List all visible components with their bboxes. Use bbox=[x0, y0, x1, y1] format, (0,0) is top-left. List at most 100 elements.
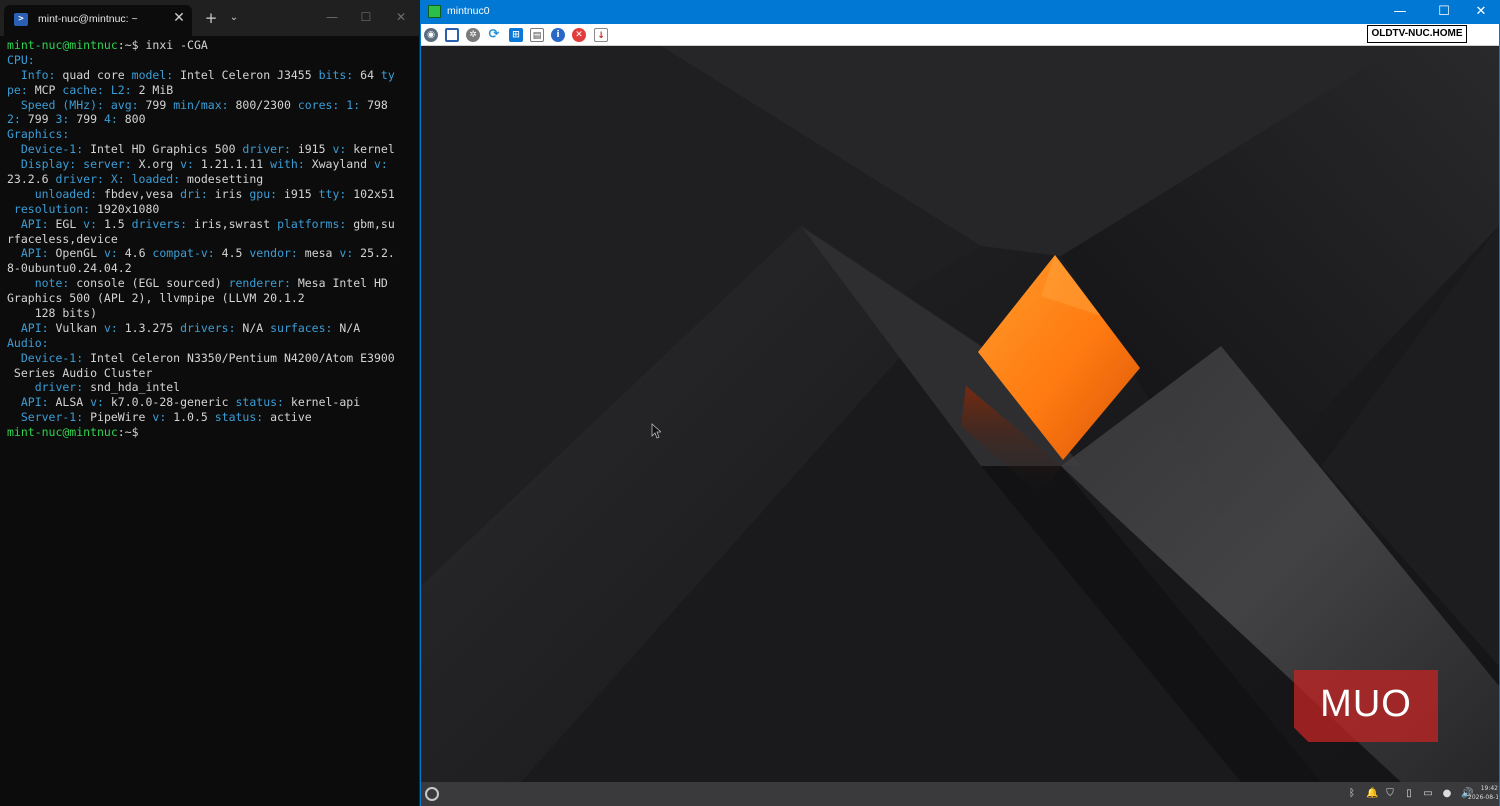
display-settings-icon[interactable]: ◉ bbox=[424, 28, 438, 42]
refresh-icon[interactable]: ⟳ bbox=[487, 28, 501, 42]
terminal-line: 23.2.6 driver: X: loaded: modesetting bbox=[7, 172, 417, 187]
terminal-line: 2: 799 3: 799 4: 800 bbox=[7, 112, 417, 127]
terminal-titlebar[interactable]: > mint-nuc@mintnuc: ~ ✕ + ⌄ — ☐ ✕ bbox=[0, 0, 420, 36]
terminal-text-segment: pe: bbox=[7, 82, 35, 97]
terminal-text-segment: with: bbox=[270, 157, 312, 172]
terminal-text-segment: surfaces: bbox=[270, 320, 340, 335]
terminal-minimize-button[interactable]: — bbox=[322, 8, 342, 26]
fullscreen-icon[interactable] bbox=[445, 28, 459, 42]
terminal-text-segment: 1.21.1.11 bbox=[200, 157, 271, 172]
terminal-text-segment: driver: X: loaded: bbox=[55, 172, 188, 187]
vm-minimize-button[interactable]: — bbox=[1388, 2, 1412, 22]
terminal-text-segment: N/A bbox=[339, 320, 361, 335]
terminal-text-segment: Vulkan bbox=[55, 320, 104, 335]
terminal-text-segment: 102x51 bbox=[353, 186, 395, 201]
battery-icon[interactable]: ▭ bbox=[1423, 788, 1433, 800]
settings-gear-icon[interactable]: ✲ bbox=[466, 28, 480, 42]
terminal-text-segment: Info: bbox=[7, 67, 63, 82]
terminal-text-segment: Intel Celeron J3455 bbox=[180, 67, 319, 82]
terminal-text-segment: iris,swrast bbox=[193, 216, 278, 231]
terminal-text-segment: 1.3.275 bbox=[124, 320, 181, 335]
terminal-text-segment: bits: bbox=[318, 67, 361, 82]
new-tab-button[interactable]: + bbox=[203, 10, 219, 26]
hostname-label: OLDTV-NUC.HOME bbox=[1367, 25, 1467, 43]
terminal-line: Device-1: Intel HD Graphics 500 driver: … bbox=[7, 142, 417, 157]
close-tab-icon[interactable]: ✕ bbox=[172, 11, 186, 25]
terminal-text-segment: i915 bbox=[297, 142, 333, 157]
terminal-text-segment: 3: bbox=[55, 112, 77, 127]
watermark-text: MUO bbox=[1320, 683, 1412, 725]
clock[interactable]: 19:42 2026-08-10 bbox=[1468, 784, 1498, 802]
terminal-text-segment: mint-nuc@mintnuc bbox=[7, 425, 118, 440]
vm-window-title: mintnuc0 bbox=[447, 5, 490, 17]
terminal-text-segment: Server-1: bbox=[7, 410, 91, 425]
terminal-text-segment: v: bbox=[103, 320, 125, 335]
terminal-tab-title: mint-nuc@mintnuc: ~ bbox=[38, 13, 138, 25]
clipboard-icon[interactable]: ▤ bbox=[530, 28, 544, 42]
vm-maximize-button[interactable]: ☐ bbox=[1432, 2, 1456, 22]
terminal-text-segment: 4.6 bbox=[124, 246, 153, 261]
terminal-line: Series Audio Cluster bbox=[7, 366, 417, 381]
terminal-text-segment: PipeWire bbox=[90, 410, 153, 425]
terminal-text-segment: API: bbox=[7, 320, 56, 335]
terminal-text-segment: model: bbox=[131, 67, 181, 82]
terminal-text-segment: Device-1: bbox=[7, 142, 91, 157]
update-drop-icon[interactable]: ● bbox=[1442, 788, 1452, 800]
terminal-output[interactable]: mint-nuc@mintnuc:~$ inxi -CGA CPU: Info: … bbox=[7, 38, 417, 440]
terminal-text-segment: API: bbox=[7, 216, 56, 231]
disconnect-icon[interactable]: ✕ bbox=[572, 28, 586, 42]
terminal-line: Audio: bbox=[7, 336, 417, 351]
vm-app-icon bbox=[428, 5, 441, 18]
windows-key-icon[interactable]: ⊞ bbox=[509, 28, 523, 42]
powershell-icon: > bbox=[14, 13, 28, 26]
vm-titlebar[interactable]: mintnuc0 — ☐ ✕ bbox=[420, 0, 1500, 24]
terminal-window[interactable]: > mint-nuc@mintnuc: ~ ✕ + ⌄ — ☐ ✕ mint-n… bbox=[0, 0, 420, 806]
terminal-text-segment: X.org bbox=[138, 157, 181, 172]
terminal-line: Graphics 500 (APL 2), llvmpipe (LLVM 20.… bbox=[7, 291, 417, 306]
terminal-text-segment: driver: bbox=[242, 142, 298, 157]
terminal-text-segment: v: bbox=[90, 395, 111, 410]
guest-desktop[interactable]: MUO bbox=[421, 46, 1499, 782]
terminal-text-segment: cache: L2: bbox=[62, 82, 139, 97]
terminal-text-segment: status: bbox=[235, 395, 291, 410]
terminal-line: pe: MCP cache: L2: 2 MiB bbox=[7, 83, 417, 98]
vm-close-button[interactable]: ✕ bbox=[1469, 2, 1493, 22]
terminal-text-segment: modesetting bbox=[187, 172, 264, 187]
terminal-close-button[interactable]: ✕ bbox=[391, 8, 411, 26]
clock-time: 19:42 bbox=[1480, 785, 1498, 792]
tab-dropdown-button[interactable]: ⌄ bbox=[227, 10, 241, 26]
terminal-text-segment: min/max: bbox=[173, 97, 236, 112]
terminal-text-segment: Audio: bbox=[7, 335, 49, 350]
terminal-line: 8-0ubuntu0.24.04.2 bbox=[7, 261, 417, 276]
terminal-line: CPU: bbox=[7, 53, 417, 68]
start-menu-icon[interactable] bbox=[425, 787, 439, 801]
terminal-text-segment: kernel bbox=[353, 142, 395, 157]
bluetooth-icon[interactable]: ᛒ bbox=[1347, 788, 1357, 800]
terminal-text-segment: API: bbox=[7, 395, 56, 410]
terminal-text-segment: i915 bbox=[283, 186, 319, 201]
file-transfer-icon[interactable]: ↓ bbox=[594, 28, 608, 42]
terminal-text-segment: 799 bbox=[76, 112, 104, 127]
terminal-text-segment: N/A bbox=[242, 320, 271, 335]
vm-toolbar: ◉ ✲ ⟳ ⊞ ▤ i ✕ ↓ OLDTV-NUC.HOME bbox=[421, 24, 1499, 46]
terminal-text-segment: note: bbox=[7, 276, 77, 291]
terminal-text-segment: compat-v: bbox=[152, 246, 222, 261]
terminal-text-segment: driver: bbox=[7, 380, 91, 395]
terminal-line: rfaceless,device bbox=[7, 232, 417, 247]
terminal-line: Speed (MHz): avg: 799 min/max: 800/2300 … bbox=[7, 98, 417, 113]
terminal-text-segment: kernel-api bbox=[290, 395, 361, 410]
vm-viewer-window[interactable]: mintnuc0 — ☐ ✕ ◉ ✲ ⟳ ⊞ ▤ i ✕ ↓ OLDTV-NUC… bbox=[420, 0, 1500, 806]
terminal-line: API: Vulkan v: 1.3.275 drivers: N/A surf… bbox=[7, 321, 417, 336]
info-icon[interactable]: i bbox=[551, 28, 565, 42]
terminal-maximize-button[interactable]: ☐ bbox=[356, 8, 376, 26]
terminal-text-segment: Graphics: bbox=[7, 127, 70, 142]
terminal-text-segment: v: bbox=[83, 216, 104, 231]
clipboard-tray-icon[interactable]: ▯ bbox=[1404, 788, 1414, 800]
shield-icon[interactable]: ⛉ bbox=[1385, 788, 1395, 800]
terminal-text-segment: 25.2. bbox=[360, 246, 395, 261]
notification-bell-icon[interactable]: 🔔 bbox=[1366, 788, 1378, 800]
terminal-tab[interactable]: > mint-nuc@mintnuc: ~ ✕ bbox=[4, 5, 192, 36]
terminal-line: 128 bits) bbox=[7, 306, 417, 321]
terminal-text-segment: 8-0ubuntu0.24.04.2 bbox=[7, 261, 132, 276]
terminal-text-segment: 799 bbox=[27, 112, 56, 127]
